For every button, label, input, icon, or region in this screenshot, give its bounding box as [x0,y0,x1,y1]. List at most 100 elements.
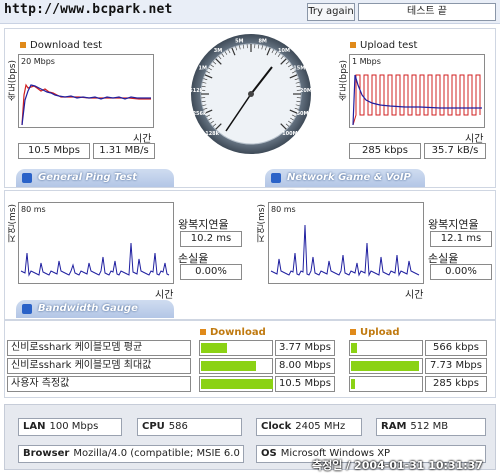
ping-series [20,242,170,277]
clock-info: Clock 2405 MHz [256,418,362,436]
download-mbps-value: 10.5 Mbps [18,143,90,159]
lan-info: LAN 100 Mbps [18,418,122,436]
download-title: Download test [20,40,102,51]
game-time-label: 시간 [405,290,424,301]
cpu-value: 586 [168,421,188,432]
bandwidth-down-value: 10.5 Mbps [275,376,335,392]
speed-gauge: 128k 256k 512k 1M 3M 5M 8M 10M 15M 20M 50M 100M [189,33,312,155]
game-graph: 80 ms [268,202,424,284]
measured-timestamp: 측정일 / 2004-01-31 10:31:37 [312,459,483,472]
bullet-icon [350,329,356,335]
bandwidth-upload-header-text: Upload [360,327,400,338]
tab-general-ping-label: General Ping Test [38,172,138,183]
game-loss-value: 0.00% [430,264,492,280]
download-title-text: Download test [30,40,103,51]
ping-loss-value: 0.00% [180,264,242,280]
bandwidth-up-value: 566 kbps [425,340,487,356]
gauge-tick-label: 8M [258,38,266,44]
ping-rtt-label: 왕복지연율 [178,218,229,231]
bandwidth-up-fill [351,379,355,389]
upload-title-text: Upload test [360,40,418,51]
game-rtt-value: 12.1 ms [430,231,492,247]
bullet-icon [20,42,26,48]
gauge-tick-label: 5M [235,38,243,44]
game-series [270,224,420,277]
gauge-tick-label: 10M [278,48,290,54]
upload-kbps-value: 285 kbps [349,143,421,159]
lan-value: 100 Mbps [49,421,99,432]
download-series-red [21,83,151,126]
gauge-tick-label: 100M [282,131,297,137]
upload-series-red [352,74,481,126]
bandwidth-row-label: 사용자 측정값 [7,376,191,392]
browser-info: Browser Mozilla/4.0 (compatible; MSIE 6.0 [18,445,244,463]
tab-bandwidth-gauge-label: Bandwidth Gauge [38,303,138,314]
game-graph-svg [270,224,420,277]
bandwidth-down-value: 3.77 Mbps [275,340,335,356]
bandwidth-down-value: 8.00 Mbps [275,358,335,374]
bandwidth-upload-header: Upload [350,327,399,338]
download-graph: 20 Mbps [18,54,154,128]
bandwidth-row-label: 신비로sshark 케이블모뎀 최대값 [7,358,191,374]
ping-graph-svg [20,242,170,277]
bandwidth-down-bar [199,376,273,392]
ram-value: 512 MB [410,421,449,432]
bandwidth-download-header-text: Download [210,327,266,338]
game-axis-label: 지연(ms) [257,204,267,243]
tab-bandwidth-gauge[interactable]: Bandwidth Gauge [16,300,174,318]
gauge-tick-label: 15M [293,66,305,72]
bandwidth-up-value: 7.73 Mbps [425,358,487,374]
game-scale: 80 ms [271,205,296,214]
bandwidth-down-fill [201,343,227,353]
bullet-icon [200,329,206,335]
lan-label: LAN [23,421,46,432]
ram-info: RAM 512 MB [376,418,486,436]
bandwidth-down-bar [199,340,273,356]
arrow-icon [22,173,32,183]
bullet-icon [350,42,356,48]
gauge-pivot [248,91,254,97]
gauge-tick-label: 50M [297,111,309,117]
bandwidth-up-fill [351,343,357,353]
upload-graph: 1 Mbps [349,54,485,128]
gauge-tick-label: 256k [193,111,207,117]
browser-value: Mozilla/4.0 (compatible; MSIE 6.0 [73,448,240,459]
ping-time-label: 시간 [155,290,174,301]
bandwidth-down-fill [201,379,273,389]
gauge-svg: 128k 256k 512k 1M 3M 5M 8M 10M 15M 20M 50M 100M [189,34,312,154]
status-label: 테스트 끝 [358,3,496,21]
ram-label: RAM [381,421,407,432]
download-scale: 20 Mbps [21,57,55,66]
game-rtt-label: 왕복지연율 [428,218,479,231]
bandwidth-up-value: 285 kbps [425,376,487,392]
clock-value: 2405 MHz [295,421,346,432]
tab-network-game[interactable]: Network Game & VoIP Test [265,169,425,201]
arrow-icon [271,173,281,183]
bandwidth-up-bar [349,340,423,356]
try-again-button[interactable]: Try again [307,3,355,21]
cpu-label: CPU [142,421,165,432]
bandwidth-up-bar [349,376,423,392]
bandwidth-download-header: Download [200,327,266,338]
gauge-tick-label: 20M [300,88,312,94]
gauge-tick-label: 3M [214,48,222,54]
tab-general-ping[interactable]: General Ping Test [16,169,174,187]
bandwidth-down-fill [201,361,256,371]
gauge-tick-label: 512k [190,88,204,94]
clock-label: Clock [261,421,292,432]
gauge-tick-label: 1M [198,66,206,72]
gauge-tick-label: 128k [205,131,219,137]
bandwidth-down-bar [199,358,273,374]
bandwidth-up-fill [351,361,419,371]
upload-scale: 1 Mbps [352,57,381,66]
ping-graph: 80 ms [18,202,174,284]
bandwidth-up-bar [349,358,423,374]
ping-rtt-value: 10.2 ms [180,231,242,247]
download-mbs-value: 1.31 MB/s [93,143,155,159]
site-url[interactable]: http://www.bcpark.net [4,2,173,17]
upload-kbs-value: 35.7 kB/s [424,143,486,159]
arrow-icon [22,304,32,314]
upload-title: Upload test [350,40,417,51]
os-label: OS [261,448,277,459]
ping-scale: 80 ms [21,205,46,214]
